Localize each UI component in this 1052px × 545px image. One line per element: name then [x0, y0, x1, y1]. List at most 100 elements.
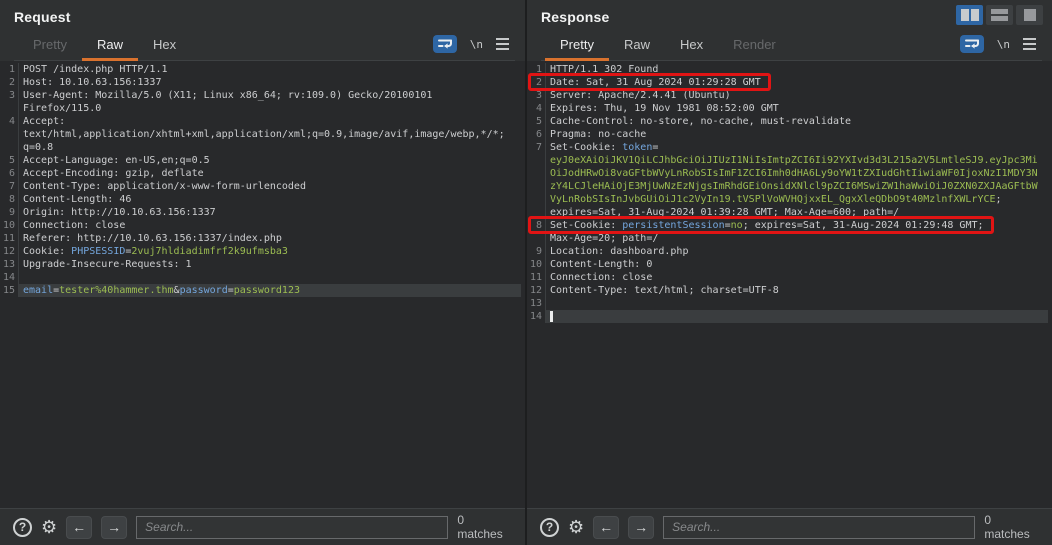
line-number: 6 — [527, 128, 546, 141]
hamburger-menu-icon[interactable] — [496, 38, 509, 50]
line-number: 7 — [0, 180, 19, 193]
code-line-3: 3User-Agent: Mozilla/5.0 (X11; Linux x86… — [0, 89, 525, 102]
newline-chars-icon[interactable]: \n — [470, 38, 483, 51]
line-number: 8 — [527, 219, 546, 232]
line-number: 13 — [527, 297, 546, 310]
code-line-7: 7Set-Cookie: token= — [527, 141, 1052, 154]
code-line-wrap: Firefox/115.0 — [0, 102, 525, 115]
request-editor[interactable]: 1POST /index.php HTTP/1.12Host: 10.10.63… — [0, 61, 525, 508]
request-tabbar: PrettyRawHex \n — [14, 32, 515, 61]
search-next-button[interactable]: → — [101, 516, 127, 539]
response-tabbar: PrettyRawHexRender \n — [541, 32, 1042, 61]
word-wrap-icon[interactable] — [960, 35, 984, 53]
request-search-input[interactable] — [136, 516, 448, 539]
line-number — [527, 232, 546, 245]
word-wrap-glyph — [965, 38, 979, 50]
search-previous-button[interactable]: ← — [593, 516, 619, 539]
line-number: 3 — [0, 89, 19, 102]
code-line-13: 13Upgrade-Insecure-Requests: 1 — [0, 258, 525, 271]
request-tab-pretty[interactable]: Pretty — [18, 32, 82, 61]
code-line-7: 7Content-Type: application/x-www-form-ur… — [0, 180, 525, 193]
line-number: 2 — [527, 76, 546, 89]
response-editor-toolbar: \n — [960, 35, 1042, 60]
response-search-bar: ? ⚙ ← → 0 matches — [527, 508, 1052, 545]
line-number: 6 — [0, 167, 19, 180]
text-cursor — [550, 311, 553, 322]
code-line-8: 8Content-Length: 46 — [0, 193, 525, 206]
request-search-bar: ? ⚙ ← → 0 matches — [0, 508, 525, 545]
line-number — [0, 128, 19, 141]
response-title: Response — [541, 9, 1042, 25]
line-number: 4 — [527, 102, 546, 115]
line-number: 10 — [527, 258, 546, 271]
gear-icon[interactable]: ⚙ — [41, 518, 57, 537]
request-response-split-view: Request PrettyRawHex \n — [0, 0, 1052, 545]
word-wrap-glyph — [438, 38, 452, 50]
line-number: 3 — [527, 89, 546, 102]
hamburger-menu-icon[interactable] — [1023, 38, 1036, 50]
request-header: Request PrettyRawHex \n — [0, 0, 525, 61]
request-title: Request — [14, 9, 515, 25]
code-line-wrap: q=0.8 — [0, 141, 525, 154]
request-panel: Request PrettyRawHex \n — [0, 0, 525, 545]
line-number: 15 — [0, 284, 19, 297]
code-line-1: 1POST /index.php HTTP/1.1 — [0, 63, 525, 76]
line-number — [0, 141, 19, 154]
line-number — [527, 154, 546, 167]
line-number: 11 — [527, 271, 546, 284]
line-number — [0, 102, 19, 115]
line-number: 14 — [527, 310, 546, 323]
gear-icon[interactable]: ⚙ — [568, 518, 584, 537]
line-number: 5 — [0, 154, 19, 167]
line-number: 11 — [0, 232, 19, 245]
line-number — [527, 206, 546, 219]
code-line-11: 11Referer: http://10.10.63.156:1337/inde… — [0, 232, 525, 245]
code-line-5: 5Accept-Language: en-US,en;q=0.5 — [0, 154, 525, 167]
code-line-12: 12Cookie: PHPSESSID=2vuj7hldiadimfrf2k9u… — [0, 245, 525, 258]
request-tab-raw[interactable]: Raw — [82, 32, 138, 61]
response-panel: Response PrettyRawHexRender \n — [527, 0, 1052, 545]
help-icon[interactable]: ? — [13, 518, 32, 537]
word-wrap-icon[interactable] — [433, 35, 457, 53]
line-number: 12 — [527, 284, 546, 297]
code-line-14: 14 — [527, 310, 1052, 323]
request-tab-hex[interactable]: Hex — [138, 32, 191, 61]
code-line-5: 5Cache-Control: no-store, no-cache, must… — [527, 115, 1052, 128]
line-number: 5 — [527, 115, 546, 128]
response-header: Response PrettyRawHexRender \n — [527, 0, 1052, 61]
response-search-input[interactable] — [663, 516, 975, 539]
newline-chars-icon[interactable]: \n — [997, 38, 1010, 51]
line-number: 1 — [527, 63, 546, 76]
response-tab-hex[interactable]: Hex — [665, 32, 718, 61]
code-line-wrap: eyJ0eXAiOiJKV1QiLCJhbGciOiJIUzI1NiIsImtp… — [527, 154, 1052, 167]
code-line-10: 10Content-Length: 0 — [527, 258, 1052, 271]
line-number: 2 — [0, 76, 19, 89]
line-number: 7 — [527, 141, 546, 154]
response-tab-raw[interactable]: Raw — [609, 32, 665, 61]
response-tab-render[interactable]: Render — [718, 32, 791, 61]
line-number: 14 — [0, 271, 19, 284]
response-tab-pretty[interactable]: Pretty — [545, 32, 609, 61]
request-match-count: 0 matches — [457, 513, 512, 541]
code-line-wrap: Max-Age=20; path=/ — [527, 232, 1052, 245]
search-previous-button[interactable]: ← — [66, 516, 92, 539]
code-line-11: 11Connection: close — [527, 271, 1052, 284]
code-line-9: 9Location: dashboard.php — [527, 245, 1052, 258]
line-number: 1 — [0, 63, 19, 76]
help-icon[interactable]: ? — [540, 518, 559, 537]
code-line-3: 3Server: Apache/2.4.41 (Ubuntu) — [527, 89, 1052, 102]
search-next-button[interactable]: → — [628, 516, 654, 539]
code-line-6: 6Pragma: no-cache — [527, 128, 1052, 141]
response-editor[interactable]: 1HTTP/1.1 302 Found2Date: Sat, 31 Aug 20… — [527, 61, 1052, 508]
code-line-15: 15email=tester%40hammer.thm&password=pas… — [0, 284, 525, 297]
line-number: 10 — [0, 219, 19, 232]
code-line-13: 13 — [527, 297, 1052, 310]
line-number: 9 — [0, 206, 19, 219]
code-line-9: 9Origin: http://10.10.63.156:1337 — [0, 206, 525, 219]
request-editor-toolbar: \n — [433, 35, 515, 60]
code-line-14: 14 — [0, 271, 525, 284]
code-line-1: 1HTTP/1.1 302 Found — [527, 63, 1052, 76]
code-line-12: 12Content-Type: text/html; charset=UTF-8 — [527, 284, 1052, 297]
line-number: 9 — [527, 245, 546, 258]
code-line-8: 8Set-Cookie: persistentSession=no; expir… — [527, 219, 1052, 232]
